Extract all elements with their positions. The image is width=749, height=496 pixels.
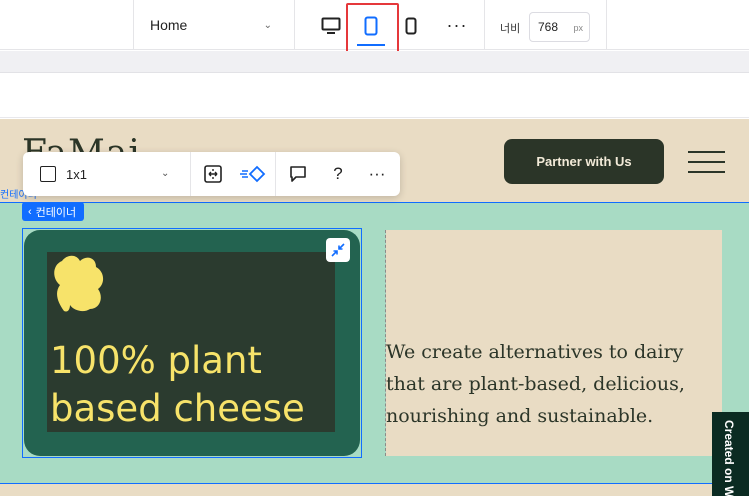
canvas-top-margin (0, 74, 749, 118)
animation-button[interactable] (238, 160, 268, 188)
hamburger-icon[interactable] (688, 151, 725, 173)
animation-icon (240, 165, 266, 183)
leaf-icon (54, 255, 104, 312)
page-selector[interactable]: Home ⌄ (134, 0, 294, 50)
divider (275, 152, 276, 196)
element-toolbar: 1x1 ⌄ ? ··· (23, 152, 400, 196)
created-on-label: Created on Wix (722, 420, 736, 496)
divider (294, 0, 295, 50)
desktop-icon (321, 17, 341, 34)
divider (190, 152, 191, 196)
help-button[interactable]: ? (323, 160, 353, 188)
chevron-down-icon[interactable]: ⌄ (161, 168, 169, 179)
chevron-left-icon: ‹ (28, 205, 32, 218)
mobile-icon (405, 17, 417, 35)
desktop-view-button[interactable] (314, 10, 348, 42)
chevron-down-icon: ⌄ (263, 20, 272, 31)
created-on-badge[interactable]: Created on Wix (712, 412, 749, 496)
stretch-button[interactable] (198, 160, 228, 188)
ratio-label[interactable]: 1x1 (66, 167, 87, 182)
container-breadcrumb[interactable]: ‹ 컨테이너 (22, 202, 85, 221)
toolbar-more-button[interactable]: ··· (362, 160, 392, 188)
breadcrumb-label: 컨테이너 (35, 206, 77, 219)
width-label: 너비 (500, 23, 521, 35)
width-value: 768 (538, 20, 559, 34)
shrink-icon (331, 243, 345, 257)
width-input[interactable]: 768 px (529, 12, 590, 42)
comment-icon (290, 166, 306, 182)
ruler-bar (0, 51, 749, 73)
headline-text[interactable]: 100% plant based cheese (50, 337, 340, 433)
page-selector-label: Home (150, 17, 188, 33)
divider (484, 0, 485, 50)
more-options-button[interactable]: ··· (440, 12, 474, 40)
mobile-view-button[interactable] (394, 10, 428, 42)
shrink-button[interactable] (326, 238, 350, 262)
ratio-checkbox[interactable] (40, 166, 56, 182)
description-text[interactable]: We create alternatives to dairy that are… (386, 336, 726, 432)
divider (606, 0, 607, 50)
stretch-icon (204, 165, 222, 183)
partner-button[interactable]: Partner with Us (504, 139, 664, 184)
comment-button[interactable] (283, 160, 313, 188)
width-unit: px (573, 23, 583, 33)
highlight-annotation (346, 3, 399, 57)
editor-top-bar: Home ⌄ ··· 너비 768 px (0, 0, 749, 57)
